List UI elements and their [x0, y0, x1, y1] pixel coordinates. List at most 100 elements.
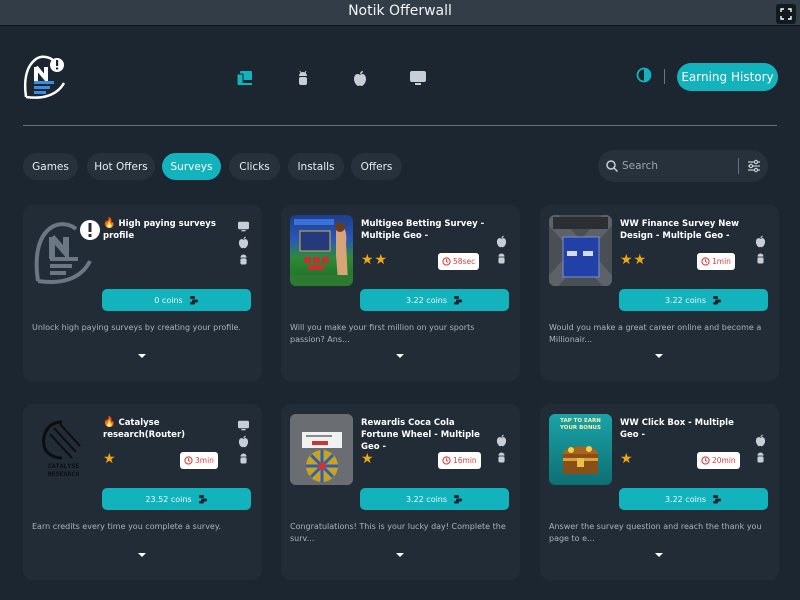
rating-stars: ★★	[620, 252, 648, 268]
offer-platforms	[754, 235, 767, 265]
tab-offers[interactable]: Offers	[351, 153, 402, 180]
catalyse-logo-text: CATALYSE RESEARCH	[47, 462, 80, 478]
offer-platforms	[495, 235, 508, 265]
offer-description: Would you make a great career online and…	[549, 323, 762, 344]
tab-games[interactable]: Games	[23, 153, 78, 180]
offer-platforms	[237, 221, 250, 266]
rating-stars: ★	[103, 451, 117, 467]
coins-icon	[454, 296, 463, 305]
contrast-icon	[636, 67, 652, 83]
android-icon	[498, 253, 505, 264]
offer-title: Rewardis Coca Cola Fortune Wheel - Multi…	[361, 418, 480, 452]
clock-icon	[184, 456, 193, 465]
offer-card[interactable]: 🔥 High paying surveys profile 0 coins Unl…	[23, 205, 262, 381]
platform-apple-button[interactable]	[350, 68, 370, 88]
coins-icon	[454, 495, 463, 504]
coin-amount: 0 coins	[154, 295, 183, 305]
rating-stars: ★	[361, 451, 375, 467]
fortune-wheel-image	[290, 414, 353, 485]
android-icon	[240, 254, 247, 265]
coins-icon	[198, 495, 207, 504]
tab-clicks[interactable]: Clicks	[229, 153, 280, 180]
claim-coins-button[interactable]: 3.22 coins	[619, 488, 768, 510]
offer-card[interactable]: TAP TO EARN YOUR BONUS WW Click Box - Mu…	[540, 404, 779, 580]
apple-icon	[496, 235, 507, 248]
duration-badge: 1min	[697, 253, 735, 270]
search-box	[598, 150, 768, 182]
treasure-chest-image	[563, 446, 598, 474]
offer-card[interactable]: Multigeo Betting Survey - Multiple Geo -…	[281, 205, 520, 381]
offer-platforms	[495, 434, 508, 464]
theme-toggle[interactable]	[636, 67, 652, 83]
rating-stars: ★★	[361, 252, 389, 268]
offer-card[interactable]: Rewardis Coca Cola Fortune Wheel - Multi…	[281, 404, 520, 580]
betting-image	[290, 219, 353, 286]
platform-all-button[interactable]	[235, 68, 255, 88]
notik-logo[interactable]	[22, 53, 68, 101]
fullscreen-icon	[780, 8, 792, 20]
offer-card[interactable]: CATALYSE RESEARCH 🔥 Catalyse research(Rou…	[23, 404, 262, 580]
claim-coins-button[interactable]: 3.22 coins	[360, 289, 509, 311]
expand-chevron-icon[interactable]	[654, 551, 664, 559]
search-input[interactable]	[622, 157, 730, 175]
offer-description: Congratulations! This is your lucky day!…	[290, 522, 506, 543]
duration-badge: 16min	[438, 452, 481, 469]
offer-thumbnail	[290, 414, 353, 485]
coins-icon	[713, 495, 722, 504]
coin-amount: 23.52 coins	[145, 494, 192, 504]
header-separator	[23, 125, 777, 126]
search-icon	[606, 160, 619, 173]
offer-description: Will you make your first million on your…	[290, 323, 475, 344]
search-divider	[738, 158, 739, 174]
expand-chevron-icon[interactable]	[395, 551, 405, 559]
platform-android-button[interactable]	[293, 68, 313, 88]
apple-icon	[755, 434, 766, 447]
desktop-icon	[238, 420, 249, 431]
expand-chevron-icon[interactable]	[137, 352, 147, 360]
tab-installs[interactable]: Installs	[288, 153, 344, 180]
offer-title: WW Click Box - Multiple Geo -	[620, 418, 734, 440]
clock-icon	[701, 456, 710, 465]
offer-description: Answer the survey question and reach the…	[549, 522, 762, 543]
claim-coins-button[interactable]: 0 coins	[102, 289, 251, 311]
offer-description: Earn credits every time you complete a s…	[32, 522, 221, 531]
apple-icon	[238, 236, 249, 249]
catalyse-logo	[42, 420, 81, 460]
notik-logo-icon	[23, 55, 66, 99]
platform-desktop-button[interactable]	[408, 68, 428, 88]
tab-hot-offers[interactable]: Hot Offers	[87, 153, 155, 180]
expand-chevron-icon[interactable]	[137, 551, 147, 559]
apple-icon	[354, 70, 366, 86]
alert-badge-icon	[80, 220, 100, 240]
android-icon	[240, 453, 247, 464]
desktop-icon	[410, 71, 426, 85]
offer-description: Unlock high paying surveys by creating y…	[32, 323, 241, 332]
rating-stars: ★	[620, 451, 634, 467]
apple-icon	[238, 435, 249, 448]
clock-icon	[442, 456, 451, 465]
offer-platforms	[237, 420, 250, 465]
earning-history-button[interactable]: Earning History	[677, 63, 778, 91]
apple-icon	[755, 235, 766, 248]
duration-badge: 58sec	[438, 253, 480, 270]
claim-coins-button[interactable]: 23.52 coins	[102, 488, 251, 510]
offer-title: WW Finance Survey New Design - Multiple …	[620, 219, 739, 241]
offer-card[interactable]: WW Finance Survey New Design - Multiple …	[540, 205, 779, 381]
claim-coins-button[interactable]: 3.22 coins	[360, 488, 509, 510]
expand-chevron-icon[interactable]	[395, 352, 405, 360]
tab-surveys[interactable]: Surveys	[162, 153, 221, 180]
coins-icon	[189, 296, 198, 305]
header-divider	[664, 69, 665, 84]
fullscreen-button[interactable]	[776, 4, 796, 24]
claim-coins-button[interactable]: 3.22 coins	[619, 289, 768, 311]
coin-amount: 3.22 coins	[405, 295, 448, 305]
offer-platforms	[754, 434, 767, 464]
filter-sliders-icon[interactable]	[747, 159, 761, 173]
desktop-icon	[238, 221, 249, 232]
offer-title: Multigeo Betting Survey - Multiple Geo -	[361, 219, 485, 241]
expand-chevron-icon[interactable]	[654, 352, 664, 360]
duration-badge: 3min	[180, 452, 218, 469]
clock-icon	[701, 257, 710, 266]
desktop-mobile-icon	[236, 71, 252, 86]
android-icon	[757, 253, 764, 264]
